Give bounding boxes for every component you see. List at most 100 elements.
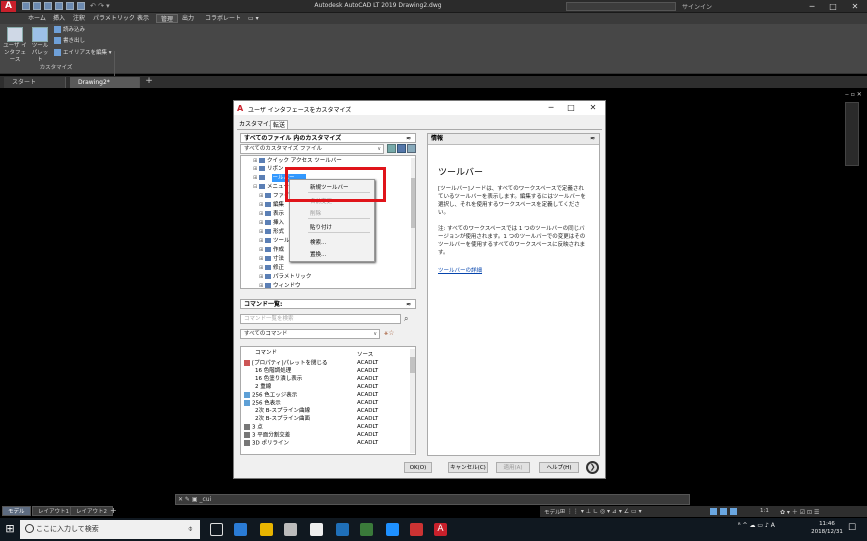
close-icon[interactable]: ✕ — [845, 1, 865, 12]
tree-item[interactable]: ⊞ 挿入 — [259, 219, 284, 227]
list-item[interactable]: 3 平面分割交差 — [244, 432, 290, 439]
undo-redo-icon[interactable]: ↶ ↷ ▾ — [90, 2, 110, 10]
load-button[interactable]: 読み込み — [54, 26, 85, 34]
layout-tab-1[interactable]: レイアウト1 — [32, 506, 75, 516]
help-icon[interactable]: ❯ — [586, 461, 599, 474]
save-all-icon[interactable] — [407, 144, 416, 153]
tab-output[interactable]: 出力 — [178, 14, 198, 23]
dialog-minimize-icon[interactable]: ─ — [544, 103, 558, 113]
tab-parametric[interactable]: パラメトリック — [89, 14, 139, 23]
polar-icon[interactable] — [730, 508, 737, 515]
plot-icon[interactable] — [77, 2, 85, 10]
customize-header[interactable]: すべてのファイル 内のカスタマイズ ≈ — [240, 133, 416, 143]
tool-palette-button[interactable]: ツール パレット — [30, 27, 50, 64]
tree-item[interactable]: ⊞ ツール — [259, 237, 290, 245]
file-tab-drawing[interactable]: Drawing2* — [70, 77, 140, 88]
system-tray[interactable]: ᴿ ^ ☁ ▭ ♪ A — [738, 522, 775, 529]
minimize-icon[interactable]: ─ — [802, 1, 822, 12]
start-icon[interactable]: ⊞ — [3, 522, 17, 536]
command-filter-select[interactable]: すべてのコマンド ∨ — [240, 329, 380, 339]
ortho-icon[interactable] — [720, 508, 727, 515]
tree-item[interactable]: ⊞ パラメトリック — [259, 273, 311, 281]
viewport-controls[interactable]: ‒ ▫ ✕ — [845, 91, 862, 98]
explorer-icon[interactable] — [260, 523, 273, 536]
list-item[interactable]: 16 色階調処理 — [255, 368, 291, 374]
source-col-header[interactable]: ソース — [357, 350, 373, 358]
mail-icon[interactable] — [284, 523, 297, 536]
tab-home[interactable]: ホーム — [24, 14, 50, 23]
ime-indicator[interactable]: A — [771, 522, 775, 529]
add-tab-icon[interactable]: + — [144, 77, 154, 87]
tree-item[interactable]: ⊟ メニュー — [253, 183, 289, 191]
scale-button[interactable]: 1:1 — [760, 508, 769, 514]
taskbar-search-input[interactable]: ここに入力して検索 — [20, 520, 200, 539]
autocad-taskbar-icon[interactable]: A — [434, 523, 447, 536]
cancel-button[interactable]: キャンセル(C) — [448, 462, 488, 473]
ie-icon[interactable] — [386, 523, 399, 536]
layout-tab-2[interactable]: レイアウト2 — [70, 506, 113, 516]
print-icon[interactable] — [66, 2, 74, 10]
menu-delete[interactable]: 削除 — [310, 209, 321, 217]
menu-find[interactable]: 検索... — [310, 238, 326, 246]
command-search-input[interactable]: コマンド一覧を検索 — [240, 314, 401, 324]
tab-insert[interactable]: 挿入 — [49, 14, 69, 23]
new-command-icon[interactable]: ⚹☆ — [384, 329, 394, 338]
store-icon[interactable] — [310, 523, 323, 536]
help-search-input[interactable] — [566, 2, 676, 11]
file-tab-start[interactable]: スタート — [4, 77, 66, 88]
cui-button[interactable]: ユーザ インタフェース — [2, 27, 28, 64]
ribbon-options-icon[interactable]: ▭ ▾ — [244, 14, 263, 23]
app-icon[interactable] — [410, 523, 423, 536]
tree-item[interactable]: ⊞ 形式 — [259, 228, 284, 236]
command-line[interactable]: ✕ ✎ ▣ _cui — [175, 494, 690, 505]
apply-button[interactable]: 適用(A) — [496, 462, 530, 473]
info-header[interactable]: 情報 ≈ — [428, 134, 599, 145]
save-file-icon[interactable] — [397, 144, 406, 153]
list-item[interactable]: 3 点 — [244, 424, 263, 431]
menu-paste[interactable]: 貼り付け — [310, 223, 332, 231]
signin-button[interactable]: サインイン — [682, 2, 712, 11]
tree-item[interactable]: ⊞ 寸法 — [259, 255, 284, 263]
clock[interactable]: 11:46 2018/12/31 — [809, 520, 845, 536]
collapse-icon[interactable]: ≈ — [590, 134, 595, 144]
tree-item[interactable]: ⊞ 作成 — [259, 246, 284, 254]
tab-annotate[interactable]: 注釈 — [69, 14, 89, 23]
command-list[interactable]: コマンド ソース [プロパティ]パレットを閉じる ACADLT 16 色階調処理… — [240, 346, 416, 455]
list-item[interactable]: 3D ポリライン — [244, 440, 289, 447]
export-button[interactable]: 書き出し — [54, 37, 85, 45]
layout-tab-model[interactable]: モデル — [2, 506, 31, 516]
save-as-icon[interactable] — [55, 2, 63, 10]
dialog-close-icon[interactable]: ✕ — [586, 103, 600, 113]
help-button[interactable]: ヘルプ(H) — [539, 462, 579, 473]
app-icon[interactable] — [336, 523, 349, 536]
open-icon[interactable] — [33, 2, 41, 10]
tree-scroll-thumb[interactable] — [411, 178, 415, 228]
tree-item[interactable]: ⊞ クイック アクセス ツールバー — [253, 157, 342, 165]
tree-item[interactable]: ⊞ 修正 — [259, 264, 284, 272]
ok-button[interactable]: OK(O) — [404, 462, 432, 473]
task-view-icon[interactable] — [210, 523, 223, 536]
tab-collaborate[interactable]: コラボレート — [201, 14, 245, 23]
toolbar-details-link[interactable]: ツールバーの詳細 — [438, 266, 482, 274]
list-item[interactable]: 2 重線 — [255, 384, 271, 390]
tree-item[interactable]: ⊞ ウィンドウ — [259, 282, 301, 288]
open-file-icon[interactable] — [387, 144, 396, 153]
list-item[interactable]: 16 色塗り潰し表示 — [255, 376, 302, 382]
tab-view[interactable]: 表示 — [133, 14, 153, 23]
new-icon[interactable] — [22, 2, 30, 10]
add-layout-icon[interactable]: + — [110, 506, 117, 515]
dialog-maximize-icon[interactable]: □ — [564, 103, 578, 113]
edit-alias-button[interactable]: エイリアスを編集 ▾ — [54, 49, 112, 57]
tree-item[interactable]: ⊞ リボン — [253, 165, 284, 173]
app-logo[interactable]: A — [1, 1, 16, 12]
navigation-bar[interactable] — [845, 102, 859, 166]
list-item[interactable]: [プロパティ]パレットを閉じる — [244, 360, 327, 367]
file-select[interactable]: すべてのカスタマイズ ファイル ∨ — [240, 144, 384, 154]
list-item[interactable]: 2次 B-スプライン曲面 — [255, 416, 310, 422]
edge-icon[interactable] — [234, 523, 247, 536]
list-item[interactable]: 2次 B-スプライン曲線 — [255, 408, 310, 414]
collapse-icon[interactable]: ≈ — [406, 300, 411, 309]
tree-item[interactable]: ⊞ 編集 — [259, 201, 284, 209]
tree-item[interactable]: ⊞ 表示 — [259, 210, 284, 218]
tab-manage[interactable]: 管理 — [156, 14, 179, 23]
